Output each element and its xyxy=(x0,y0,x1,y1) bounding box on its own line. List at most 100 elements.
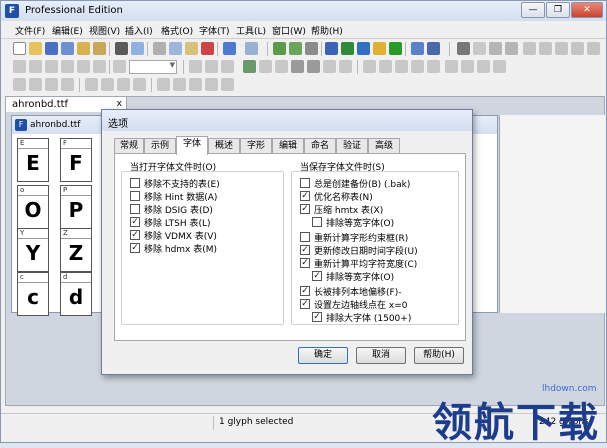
menu-format[interactable]: 格式(O) xyxy=(161,24,193,37)
intersect-icon[interactable] xyxy=(189,78,202,91)
template-icon[interactable] xyxy=(259,60,272,73)
align-top-icon[interactable] xyxy=(61,78,74,91)
skew-icon[interactable] xyxy=(587,42,600,55)
snap-icon[interactable] xyxy=(221,60,234,73)
flip-horizontal-icon[interactable] xyxy=(85,78,98,91)
transform-icon[interactable] xyxy=(505,42,518,55)
menu-font[interactable]: 字体(T) xyxy=(199,24,230,37)
classes-icon[interactable] xyxy=(395,60,408,73)
ligature-icon[interactable] xyxy=(445,60,458,73)
cut-icon[interactable] xyxy=(153,42,166,55)
knife-icon[interactable] xyxy=(45,60,58,73)
encoding-icon[interactable] xyxy=(461,60,474,73)
node-icon[interactable] xyxy=(29,60,42,73)
table-icon[interactable] xyxy=(363,60,376,73)
tab-overview[interactable]: 概述 xyxy=(208,138,240,154)
glyph-info-icon[interactable] xyxy=(305,42,318,55)
measure-icon[interactable] xyxy=(61,60,74,73)
insert-glyph-icon[interactable] xyxy=(289,42,302,55)
add-glyph-icon[interactable] xyxy=(273,42,286,55)
redo-icon[interactable] xyxy=(245,42,258,55)
union-icon[interactable] xyxy=(221,78,234,91)
menu-help[interactable]: 帮助(H) xyxy=(311,24,343,37)
hand-icon[interactable] xyxy=(93,60,106,73)
undo-icon[interactable] xyxy=(223,42,236,55)
test-font-icon[interactable] xyxy=(373,42,386,55)
exclude-icon[interactable] xyxy=(205,78,218,91)
eraser-icon[interactable] xyxy=(473,42,486,55)
glyph-cell[interactable]: Z Z xyxy=(60,228,92,272)
save-icon[interactable] xyxy=(45,42,58,55)
zoom-select[interactable]: ▼ xyxy=(129,60,177,74)
zoom-icon[interactable] xyxy=(113,60,126,73)
minimize-button[interactable]: — xyxy=(521,2,545,18)
package-icon[interactable] xyxy=(93,42,106,55)
menu-tools[interactable]: 工具(L) xyxy=(236,24,266,37)
open-recent-icon[interactable] xyxy=(77,42,90,55)
help-button[interactable]: 帮助(H) xyxy=(414,347,464,364)
save-all-icon[interactable] xyxy=(61,42,74,55)
pen-icon[interactable] xyxy=(77,60,90,73)
mirror-icon[interactable] xyxy=(523,42,536,55)
align-left-icon[interactable] xyxy=(13,78,26,91)
glyph-cell[interactable]: d d xyxy=(60,272,92,316)
menu-file[interactable]: 文件(F) xyxy=(15,24,45,37)
rotate-icon[interactable] xyxy=(571,42,584,55)
close-button[interactable]: ✕ xyxy=(571,2,603,18)
tab-glyph[interactable]: 字形 xyxy=(240,138,272,154)
paste-icon[interactable] xyxy=(185,42,198,55)
tab-general[interactable]: 常规 xyxy=(114,138,144,154)
kerning-icon[interactable] xyxy=(379,60,392,73)
fill-icon[interactable] xyxy=(291,60,304,73)
ok-button[interactable]: 确定 xyxy=(298,347,348,364)
check-icon[interactable] xyxy=(389,42,402,55)
tab-advanced[interactable]: 高级 xyxy=(368,138,400,154)
copy-icon[interactable] xyxy=(169,42,182,55)
tab-close-icon[interactable]: x xyxy=(117,99,122,109)
print-preview-icon[interactable] xyxy=(131,42,144,55)
glyph-cell[interactable]: Y Y xyxy=(17,228,49,272)
glyph-cell[interactable]: E E xyxy=(17,138,49,182)
glyph-cell[interactable]: c c xyxy=(17,272,49,316)
image-icon[interactable] xyxy=(243,60,256,73)
tab-edit[interactable]: 编辑 xyxy=(272,138,304,154)
print-icon[interactable] xyxy=(115,42,128,55)
opentype-icon[interactable] xyxy=(427,60,440,73)
cancel-button[interactable]: 取消 xyxy=(356,347,406,364)
shape-icon[interactable] xyxy=(489,42,502,55)
tab-naming[interactable]: 命名 xyxy=(304,138,336,154)
align-center-icon[interactable] xyxy=(29,78,42,91)
metrics-icon[interactable] xyxy=(357,42,370,55)
select-icon[interactable] xyxy=(13,60,26,73)
hint-icon[interactable] xyxy=(427,42,440,55)
split-icon[interactable] xyxy=(173,78,186,91)
tab-sample[interactable]: 示例 xyxy=(144,138,176,154)
glyph-cell[interactable]: o O xyxy=(17,185,49,229)
dialog-titlebar[interactable]: 选项 xyxy=(102,110,472,131)
ellipse-icon[interactable] xyxy=(339,60,352,73)
pencil-icon[interactable] xyxy=(457,42,470,55)
features-icon[interactable] xyxy=(411,60,424,73)
distribute-icon[interactable] xyxy=(555,42,568,55)
menu-insert[interactable]: 插入(I) xyxy=(125,24,153,37)
tab-font[interactable]: 字体 xyxy=(176,136,208,155)
open-folder-icon[interactable] xyxy=(29,42,42,55)
merge-icon[interactable] xyxy=(157,78,170,91)
grid-icon[interactable] xyxy=(189,60,202,73)
restore-button[interactable]: ❐ xyxy=(546,2,570,18)
glyph-cell[interactable]: P P xyxy=(60,185,92,229)
unicode-icon[interactable] xyxy=(493,60,506,73)
rectangle-icon[interactable] xyxy=(323,60,336,73)
tab-validate[interactable]: 验证 xyxy=(336,138,368,154)
outline-icon[interactable] xyxy=(307,60,320,73)
preview-icon[interactable] xyxy=(411,42,424,55)
delete-icon[interactable] xyxy=(201,42,214,55)
map-icon[interactable] xyxy=(477,60,490,73)
validate-icon[interactable] xyxy=(341,42,354,55)
rotate-right-icon[interactable] xyxy=(133,78,146,91)
glyph-cell[interactable]: F F xyxy=(60,138,92,182)
flip-vertical-icon[interactable] xyxy=(101,78,114,91)
layers-icon[interactable] xyxy=(275,60,288,73)
menu-edit[interactable]: 编辑(E) xyxy=(52,24,83,37)
sort-icon[interactable] xyxy=(325,42,338,55)
